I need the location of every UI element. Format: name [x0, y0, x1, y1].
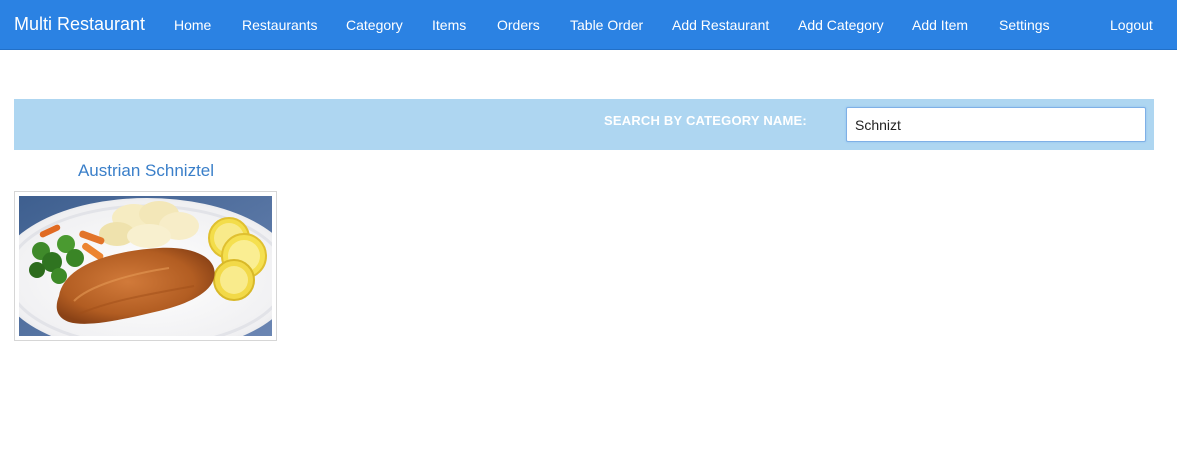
top-navbar: Multi Restaurant Home Restaurants Catego… — [0, 0, 1177, 50]
nav-category[interactable]: Category — [346, 17, 403, 33]
nav-add-category[interactable]: Add Category — [798, 17, 884, 33]
nav-home[interactable]: Home — [174, 17, 211, 33]
schnitzel-plate-image — [19, 196, 272, 336]
search-label: SEARCH BY CATEGORY NAME: — [604, 113, 807, 128]
nav-logout[interactable]: Logout — [1110, 17, 1153, 33]
search-bar: SEARCH BY CATEGORY NAME: — [14, 99, 1154, 150]
nav-items[interactable]: Items — [432, 17, 466, 33]
category-image[interactable] — [14, 191, 277, 341]
category-title-link[interactable]: Austrian Schniztel — [14, 158, 278, 184]
nav-add-restaurant[interactable]: Add Restaurant — [672, 17, 769, 33]
nav-add-item[interactable]: Add Item — [912, 17, 968, 33]
nav-settings[interactable]: Settings — [999, 17, 1050, 33]
category-card: Austrian Schniztel — [14, 158, 278, 341]
brand-link[interactable]: Multi Restaurant — [14, 14, 145, 35]
nav-orders[interactable]: Orders — [497, 17, 540, 33]
nav-table-order[interactable]: Table Order — [570, 17, 643, 33]
search-input[interactable] — [846, 107, 1146, 142]
nav-restaurants[interactable]: Restaurants — [242, 17, 317, 33]
